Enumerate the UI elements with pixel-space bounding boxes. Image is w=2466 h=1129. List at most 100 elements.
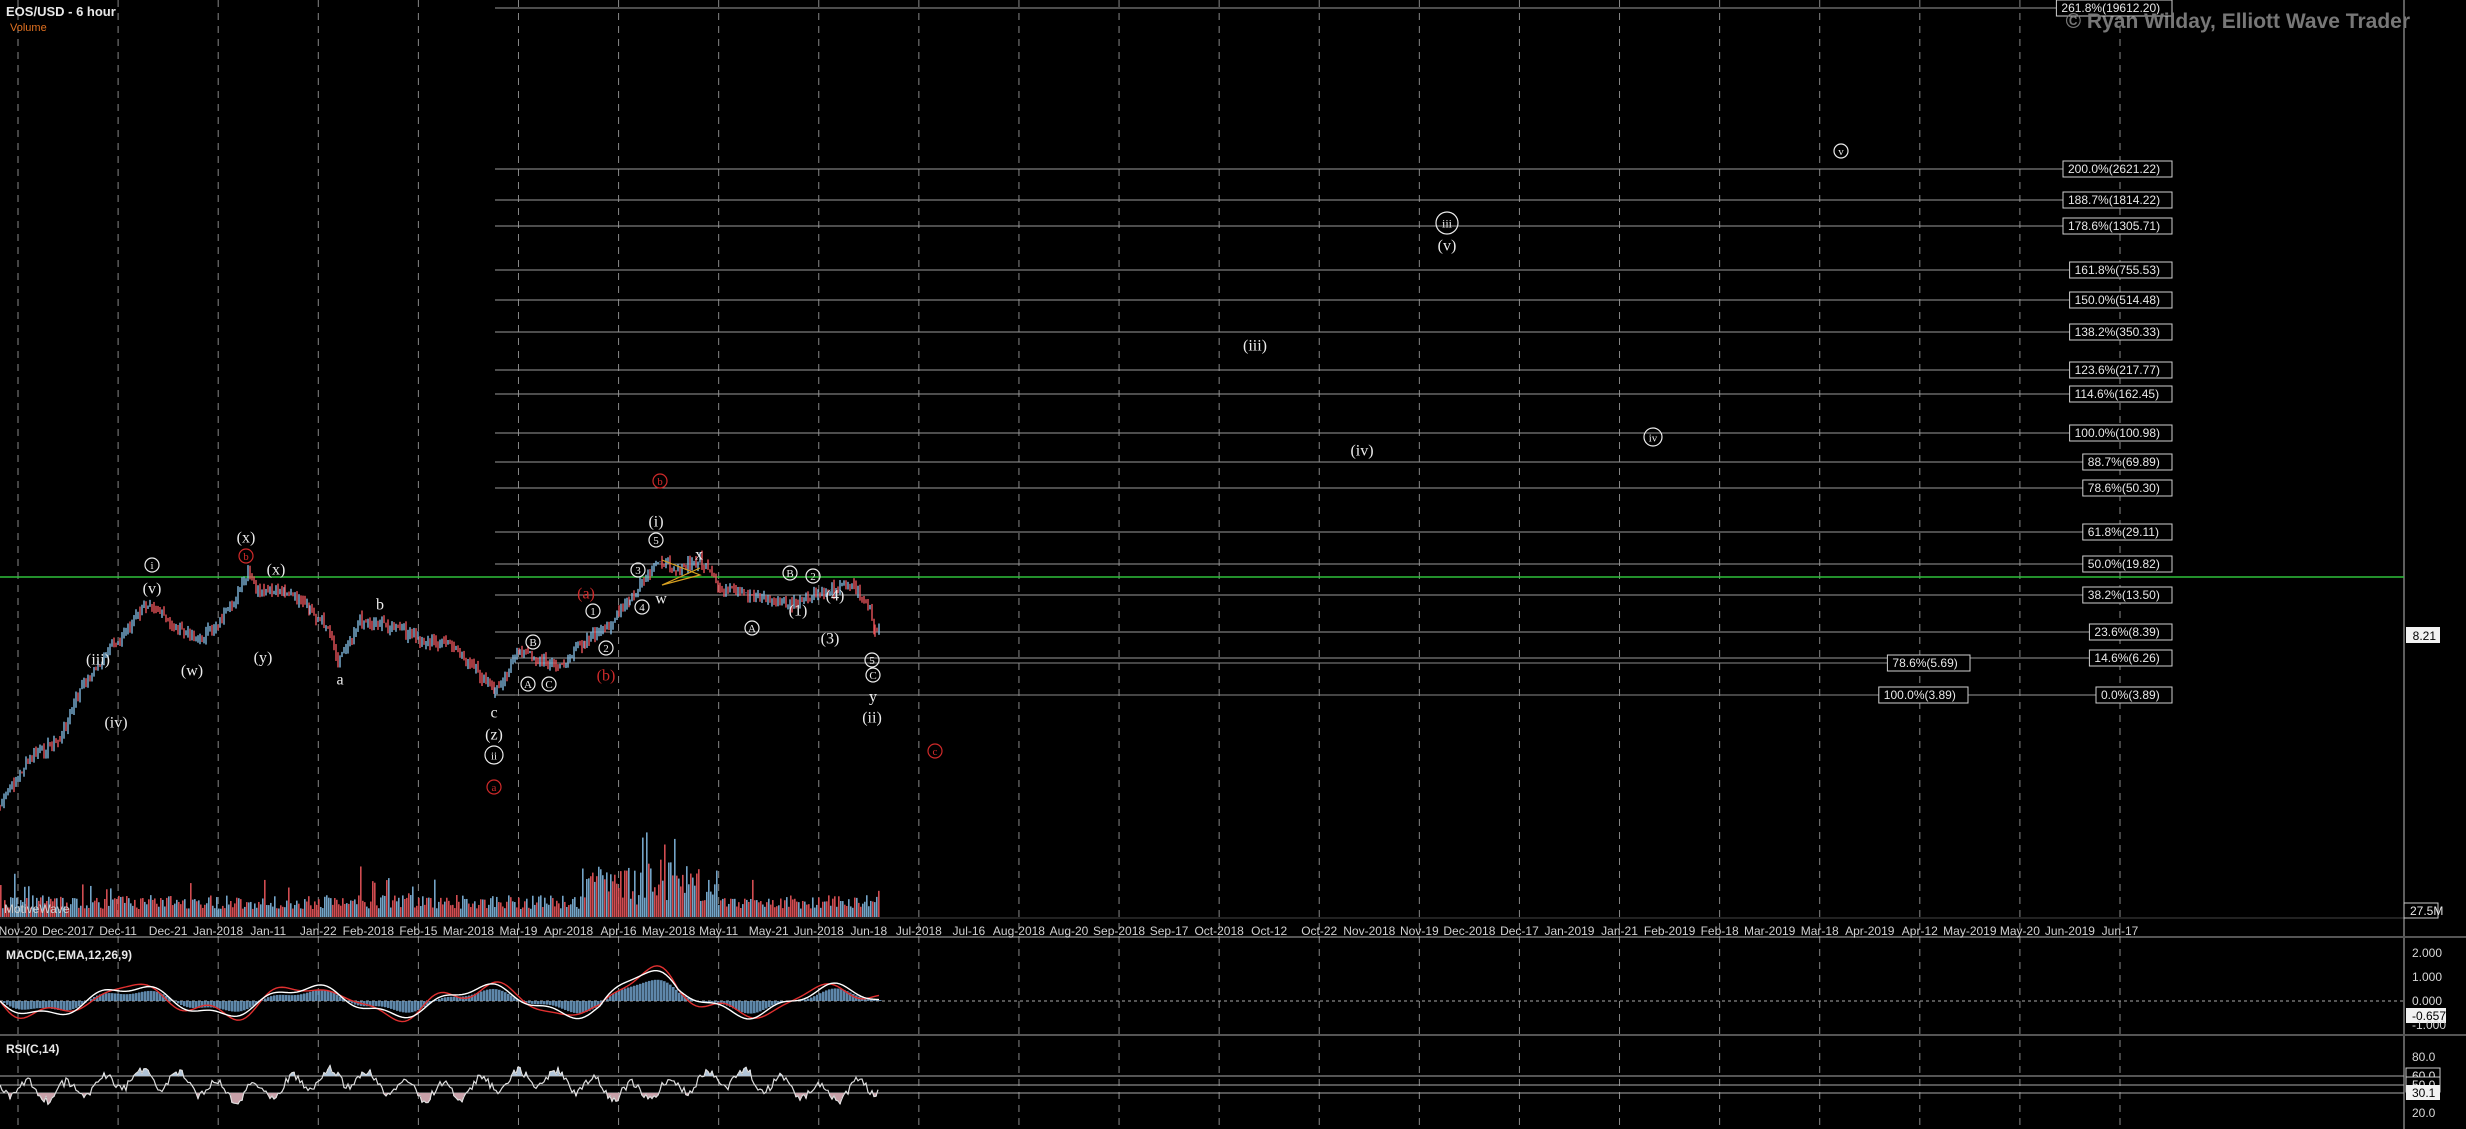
macd-histogram-bar [114,993,117,1001]
macd-histogram-bar [528,1001,531,1004]
macd-histogram-bar [18,1001,21,1010]
macd-histogram-bar [768,1001,771,1007]
volume-bar [692,877,694,917]
x-tick-label: Apr-2018 [544,924,594,938]
macd-histogram-bar [738,1001,741,1012]
macd-histogram-bar [204,1001,207,1008]
macd-histogram-bar [813,996,816,1001]
volume-bar [190,883,192,917]
volume-bar [164,906,166,917]
fib-level-label: 61.8%(29.11) [2088,525,2159,539]
macd-histogram-bar [108,993,111,1001]
x-tick-label: Apr-2019 [1845,924,1895,938]
wave-label-text: (a) [577,586,595,603]
volume-bar [652,891,654,917]
wave-label-text: (v) [143,581,162,598]
volume-bar [714,884,716,917]
wave-label: y [869,689,877,706]
macd-histogram-bar [375,1001,378,1007]
volume-bar [194,899,196,917]
macd-histogram-bar [156,991,159,1001]
macd-histogram-bar [531,1001,534,1004]
volume-bar [330,898,332,917]
volume-bar [680,886,682,917]
volume-bar [512,901,514,917]
macd-histogram-bar [63,1001,66,1011]
volume-bar [712,894,714,917]
volume-bar [734,898,736,917]
macd-histogram-bar [372,1001,375,1007]
volume-bar [754,900,756,917]
wave-label-text: 5 [869,655,875,667]
macd-histogram-bar [120,994,123,1001]
volume-bar [720,900,722,917]
macd-histogram-bar [750,1001,753,1014]
fib-level-label: 14.6%(6.26) [2094,651,2159,665]
wave-label-text: B [529,637,536,649]
volume-bar [204,904,206,917]
x-tick-label: Jun-2019 [2045,924,2095,938]
macd-histogram-bar [621,989,624,1001]
volume-bar [600,869,602,917]
macd-histogram-bar [183,1001,186,1007]
volume-bar [834,896,836,917]
volume-bar [98,902,100,917]
wave-label: x [695,547,703,564]
volume-bar [410,895,412,917]
volume-bar [324,896,326,917]
wave-label: (z) [485,727,503,744]
volume-bar [404,898,406,917]
macd-histogram-bar [234,1001,237,1012]
volume-bar [706,891,708,917]
volume-bar [382,895,384,917]
macd-histogram-bar [123,994,126,1001]
fib-level-label: 23.6%(8.39) [2094,625,2159,639]
fib-level-label: 123.6%(217.77) [2075,363,2160,377]
volume-bar [736,906,738,917]
volume-bar [728,903,730,917]
volume-bar [604,879,606,917]
volume-bar [308,896,310,917]
macd-histogram-bar [378,1001,381,1007]
macd-histogram-bar [762,1001,765,1010]
macd-histogram-bar [714,1001,717,1003]
volume-bar [682,874,684,917]
volume-bar [270,902,272,917]
macd-histogram-bar [663,981,666,1001]
volume-bar [594,881,596,917]
macd-histogram-bar [384,1001,387,1008]
macd-histogram-bar [30,1001,33,1010]
volume-bar [336,899,338,917]
x-tick-label: Nov-20 [0,924,38,938]
macd-histogram-bar [486,989,489,1001]
volume-bar [384,895,386,917]
volume-bar [658,884,660,917]
wave-label: (i) [648,514,663,531]
volume-bar [506,901,508,917]
wave-label-text: 2 [810,571,816,583]
macd-histogram-bar [39,1001,42,1009]
volume-bar [282,906,284,917]
wave-label: (v) [143,581,162,598]
macd-histogram-bar [648,980,651,1001]
volume-bar [130,903,132,917]
macd-histogram-bar [21,1001,24,1010]
macd-histogram-bar [231,1001,234,1012]
wave-label: (w) [181,663,203,680]
volume-bar [668,862,670,917]
volume-bar [100,907,102,917]
macd-histogram-bar [624,988,627,1001]
volume-bar [560,908,562,917]
volume-bar [524,901,526,917]
macd-histogram-bar [579,1001,582,1014]
macd-histogram-bar [837,988,840,1001]
volume-bar [722,898,724,917]
volume-bar [766,902,768,917]
volume-bar [830,905,832,917]
volume-bar [74,898,76,917]
wave-label: 3 [630,562,646,578]
wave-label: (iv) [1350,443,1373,460]
wave-label-text: C [869,670,876,682]
volume-bar [616,883,618,917]
macd-histogram-bar [414,1001,417,1012]
